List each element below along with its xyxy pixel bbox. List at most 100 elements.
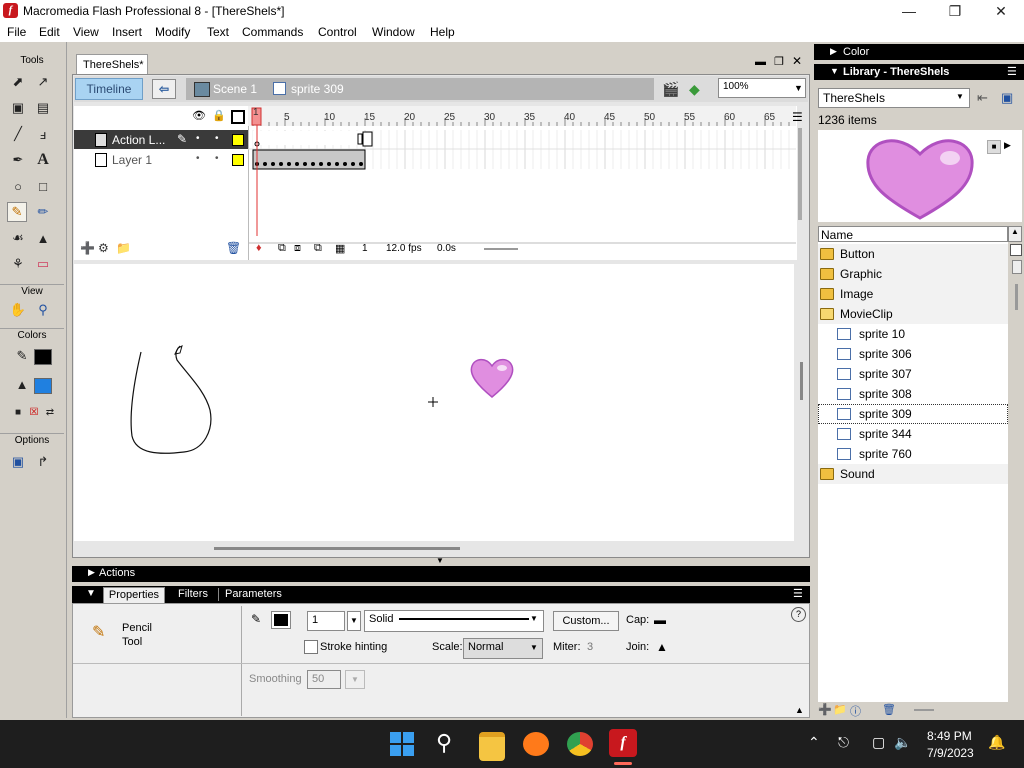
play-preview-icon[interactable]: ▶ (1004, 140, 1011, 151)
eraser-tool-icon[interactable]: ▭ (33, 254, 53, 274)
chevron-down-icon[interactable]: ▼ (86, 588, 96, 599)
tab-parameters[interactable]: Parameters (225, 588, 282, 600)
maximize-button[interactable]: ❐ (932, 0, 978, 22)
onion-skin-icon[interactable]: ⧉ (278, 242, 286, 255)
lock-icon[interactable]: 🔒 (212, 109, 226, 122)
library-select[interactable]: ThereSheIs (818, 88, 970, 108)
text-tool-icon[interactable]: A (33, 150, 53, 170)
onion-markers-icon[interactable]: ▦ (335, 242, 345, 255)
menu-file[interactable]: File (7, 25, 26, 39)
stroke-color-button[interactable] (271, 611, 291, 629)
timeline-menu-icon[interactable]: ☰ (792, 110, 803, 124)
library-hscroll[interactable] (914, 709, 934, 711)
tab-filters[interactable]: Filters (178, 588, 208, 600)
list-item[interactable]: sprite 309 (818, 404, 1008, 424)
zoom-tool-icon[interactable]: ⚲ (33, 300, 53, 320)
cap-style-icon[interactable]: ▬ (654, 613, 666, 627)
menu-text[interactable]: Text (207, 25, 229, 39)
doc-minimize-icon[interactable]: ▬ (755, 56, 766, 68)
minimize-button[interactable]: — (886, 0, 932, 22)
brush-tool-icon[interactable]: ✏ (33, 202, 53, 222)
layer-lock-dot[interactable]: • (215, 133, 219, 144)
menu-modify[interactable]: Modify (155, 25, 190, 39)
smoothing-input[interactable]: 50 (307, 670, 341, 689)
miter-value[interactable]: 3 (587, 641, 593, 653)
layer-outline-swatch[interactable] (232, 134, 244, 146)
layer-outline-swatch[interactable] (232, 154, 244, 166)
swap-colors-icon[interactable]: ⇄ (40, 402, 60, 422)
add-guide-layer-icon[interactable]: ⚙ (98, 241, 109, 255)
display-icon[interactable]: ▢ (872, 734, 885, 751)
list-item[interactable]: sprite 760 (818, 444, 1008, 464)
doc-restore-icon[interactable]: ❐ (774, 55, 784, 68)
delete-icon[interactable]: 🗑 (882, 703, 896, 716)
add-layer-folder-icon[interactable]: 📁 (116, 241, 131, 255)
edit-multiple-icon[interactable]: ⧉ (314, 242, 322, 255)
chrome-icon[interactable] (567, 732, 593, 756)
close-button[interactable]: ✕ (978, 0, 1024, 22)
layer-name-action[interactable]: Action L... (112, 133, 165, 147)
actions-panel-title[interactable]: Actions (99, 567, 135, 579)
chevron-down-icon[interactable]: ▼ (830, 66, 839, 76)
narrow-view-icon[interactable] (1012, 260, 1022, 274)
panel-menu-icon[interactable]: ☰ (793, 587, 803, 600)
line-tool-icon[interactable]: ╱ (8, 124, 28, 144)
collapse-icon[interactable]: ▲ (795, 705, 804, 715)
panel-menu-icon[interactable]: ☰ (1007, 65, 1017, 78)
menu-help[interactable]: Help (430, 25, 455, 39)
delete-layer-icon[interactable]: 🗑 (226, 241, 241, 255)
start-icon[interactable] (390, 732, 416, 756)
arrow-tool-icon[interactable]: ⬈ (8, 72, 28, 92)
layer-visible-dot[interactable]: • (196, 153, 200, 164)
object-drawing-icon[interactable]: ▣ (8, 452, 28, 472)
center-frame-icon[interactable]: ♦ (256, 242, 262, 254)
list-item[interactable]: Image (818, 284, 1008, 304)
stage-hscroll[interactable] (214, 547, 460, 550)
list-item[interactable]: Graphic (818, 264, 1008, 284)
file-explorer-icon[interactable] (479, 732, 505, 761)
pencil-mode-icon[interactable]: ↱ (33, 452, 53, 472)
edit-symbols-icon[interactable]: ◆ (689, 81, 700, 98)
properties-icon[interactable]: ⓘ (850, 703, 861, 719)
onion-outline-icon[interactable]: ⧈ (294, 242, 301, 255)
free-transform-tool-icon[interactable]: ▣ (8, 98, 28, 118)
notification-icon[interactable]: 🔔 (988, 734, 1005, 751)
add-layer-icon[interactable]: ➕ (80, 241, 95, 255)
help-icon[interactable]: ? (791, 607, 806, 622)
layer-name-layer1[interactable]: Layer 1 (112, 153, 152, 167)
pencil-tool-icon[interactable]: ✎ (7, 202, 27, 222)
document-tab[interactable]: ThereShels* (76, 54, 148, 74)
stop-preview-icon[interactable]: ■ (987, 140, 1001, 154)
new-library-panel-icon[interactable]: ▣ (1001, 90, 1013, 106)
search-icon[interactable]: ⚲ (436, 730, 452, 756)
lasso-tool-icon[interactable]: ⅎ (33, 124, 53, 144)
zoom-select[interactable]: 100% (718, 78, 806, 98)
menu-window[interactable]: Window (372, 25, 415, 39)
oval-tool-icon[interactable]: ○ (8, 176, 28, 196)
stroke-color-swatch[interactable] (34, 349, 52, 365)
menu-view[interactable]: View (73, 25, 99, 39)
firefox-icon[interactable] (523, 732, 549, 756)
menu-commands[interactable]: Commands (242, 25, 303, 39)
clock-time[interactable]: 8:49 PM (927, 729, 972, 743)
doc-close-icon[interactable]: ✕ (792, 54, 802, 68)
eyedropper-tool-icon[interactable]: ⚘ (8, 254, 28, 274)
menu-edit[interactable]: Edit (39, 25, 60, 39)
list-item[interactable]: Button (818, 244, 1008, 264)
fill-color-swatch[interactable] (34, 378, 52, 394)
timeline-vscroll[interactable] (798, 128, 802, 220)
hand-tool-icon[interactable]: ✋ (8, 300, 28, 320)
timeline-toggle-button[interactable]: Timeline (75, 78, 143, 100)
menu-insert[interactable]: Insert (112, 25, 142, 39)
stroke-width-input[interactable]: 1 (307, 611, 345, 631)
actions-panel-header[interactable] (72, 566, 810, 582)
fill-transform-tool-icon[interactable]: ▤ (33, 98, 53, 118)
flash-taskbar-icon[interactable]: f (609, 729, 637, 757)
edit-scene-icon[interactable]: 🎬 (662, 81, 679, 98)
stroke-width-dropdown[interactable]: ▼ (347, 611, 361, 631)
back-arrow-icon[interactable]: ⇦ (152, 79, 176, 99)
tab-properties[interactable]: Properties (103, 587, 165, 603)
list-item[interactable]: sprite 307 (818, 364, 1008, 384)
paint-bucket-tool-icon[interactable]: ▲ (33, 228, 53, 248)
rectangle-tool-icon[interactable]: □ (33, 176, 53, 196)
